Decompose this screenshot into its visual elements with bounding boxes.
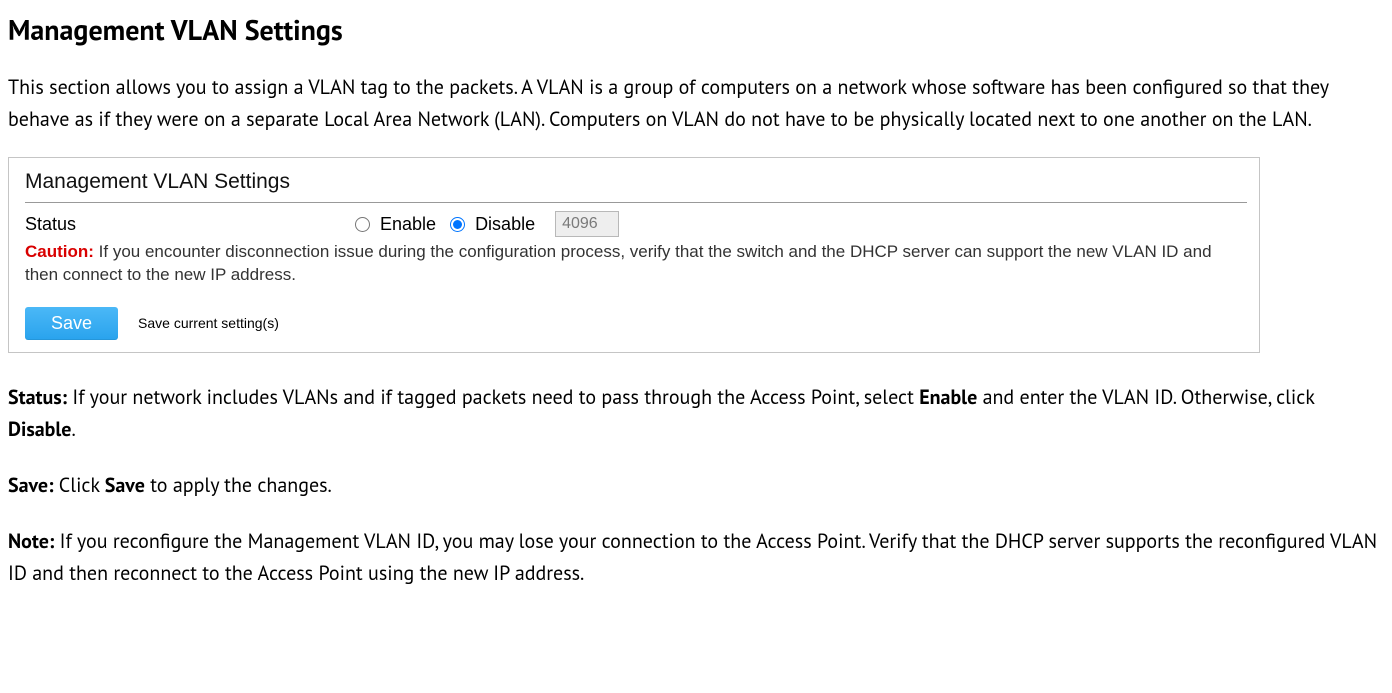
save-desc-pre: Click	[53, 472, 104, 498]
save-description-block: Save: Click Save to apply the changes.	[8, 469, 1384, 501]
status-desc-mid: and enter the VLAN ID. Otherwise, click	[977, 384, 1314, 410]
note-text: If you reconfigure the Management VLAN I…	[8, 528, 1377, 586]
save-desc-label: Save:	[8, 472, 53, 498]
status-radio-group: Enable Disable	[355, 211, 619, 237]
panel-divider	[25, 202, 1247, 203]
vlan-id-input[interactable]	[555, 211, 619, 237]
save-button[interactable]: Save	[25, 307, 118, 340]
save-description: Save current setting(s)	[138, 314, 279, 333]
save-desc-bold: Save	[105, 472, 145, 498]
status-desc-enable: Enable	[919, 384, 977, 410]
caution-text: If you encounter disconnection issue dur…	[25, 242, 1212, 284]
note-label: Note:	[8, 528, 54, 554]
vlan-settings-panel: Management VLAN Settings Status Enable D…	[8, 157, 1260, 353]
status-desc-disable: Disable	[8, 416, 71, 442]
save-row: Save Save current setting(s)	[25, 307, 1247, 340]
caution-line: Caution: If you encounter disconnection …	[25, 241, 1247, 287]
caution-label: Caution:	[25, 242, 94, 261]
status-desc-pre: If your network includes VLANs and if ta…	[67, 384, 919, 410]
status-label: Status	[25, 212, 355, 236]
status-desc-post: .	[71, 416, 75, 442]
radio-disable-label[interactable]: Disable	[475, 212, 535, 236]
note-block: Note: If you reconfigure the Management …	[8, 525, 1384, 589]
radio-disable[interactable]	[450, 217, 465, 232]
status-description: Status: If your network includes VLANs a…	[8, 381, 1384, 445]
status-row: Status Enable Disable	[25, 211, 1247, 237]
radio-enable-label[interactable]: Enable	[380, 212, 436, 236]
radio-enable[interactable]	[355, 217, 370, 232]
save-desc-post: to apply the changes.	[145, 472, 332, 498]
status-desc-label: Status:	[8, 384, 67, 410]
intro-paragraph: This section allows you to assign a VLAN…	[8, 71, 1384, 135]
panel-title: Management VLAN Settings	[25, 168, 1247, 196]
page-heading: Management VLAN Settings	[8, 8, 1384, 53]
